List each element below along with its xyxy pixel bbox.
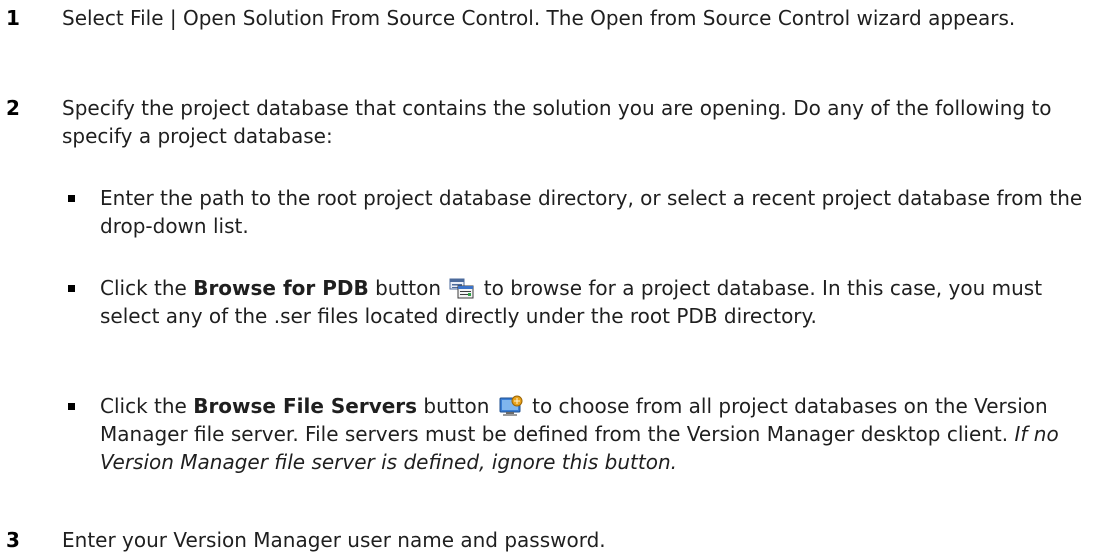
step-text: Specify the project database that contai… (62, 96, 1052, 148)
browse-file-servers-icon (498, 395, 524, 417)
step-number: 3 (6, 528, 20, 552)
browse-file-servers-label: Browse File Servers (193, 394, 418, 418)
bullet-marker (68, 285, 75, 292)
bullet-text-mid: button (368, 276, 442, 300)
browse-pdb-icon (449, 277, 475, 299)
bullet-text-mid: button (417, 394, 490, 418)
bullet-text: Click the Browse for PDB button to brows… (100, 274, 1094, 330)
bullet-text-pre: Click the (100, 394, 194, 418)
bullet-text: Click the Browse File Servers button to … (100, 392, 1094, 476)
bullet-marker (68, 403, 75, 410)
browse-for-pdb-label: Browse for PDB (193, 276, 369, 300)
step-number: 1 (6, 6, 20, 30)
step-text: Select File | Open Solution From Source … (62, 6, 1016, 30)
bullet-text: Enter the path to the root project datab… (100, 186, 1083, 238)
bullet-text-pre: Click the (100, 276, 194, 300)
document-page: 1 Select File | Open Solution From Sourc… (0, 0, 1104, 556)
bullet-marker (68, 195, 75, 202)
step-text: Enter your Version Manager user name and… (62, 528, 606, 552)
step-number: 2 (6, 96, 20, 120)
